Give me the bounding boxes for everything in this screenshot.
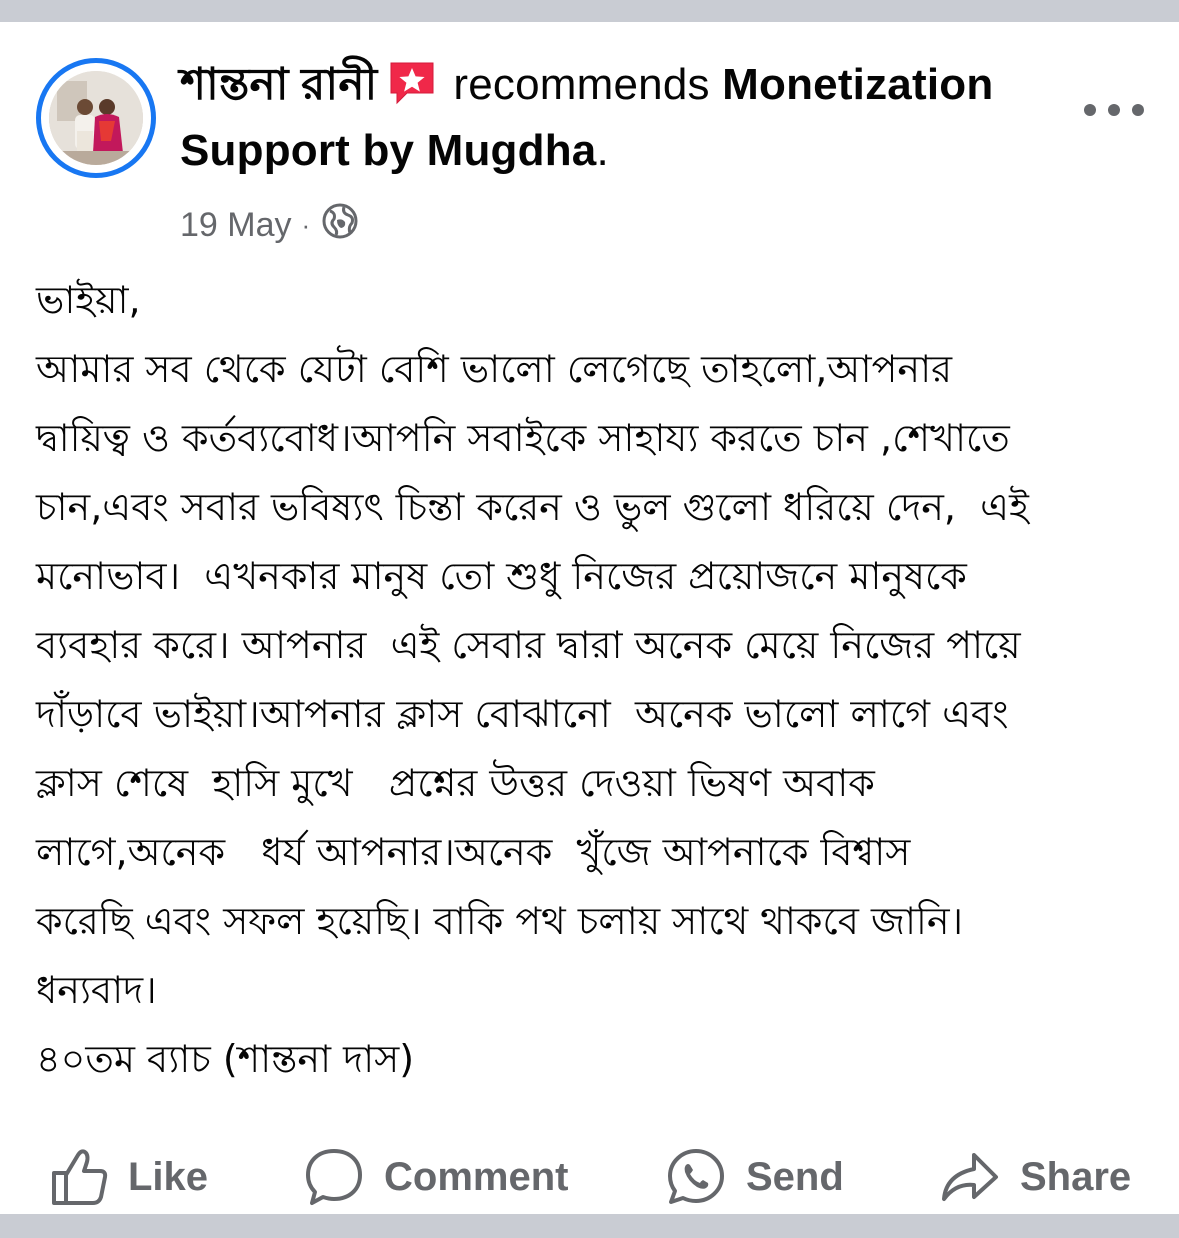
header-period: .	[596, 126, 609, 175]
post-line: দ্বায়িত্ব ও কর্তব্যবোধ।আপনি সবাইকে সাহা…	[36, 416, 1010, 460]
globe-icon[interactable]	[320, 201, 360, 250]
like-label: Like	[128, 1154, 209, 1199]
action-bar: Like Comment Send Share	[0, 1127, 1179, 1227]
post-body: ভাইয়া, আমার সব থেকে যেটা বেশি ভালো লেগে…	[36, 266, 1146, 1094]
share-arrow-icon	[942, 1153, 998, 1201]
like-button[interactable]: Like	[50, 1145, 208, 1209]
post-date[interactable]: 19 May	[180, 206, 292, 245]
post-line: আমার সব থেকে যেটা বেশি ভালো লেগেছে তাহলো…	[36, 347, 953, 391]
post-line: দাঁড়াবে ভাইয়া।আপনার ক্লাস বোঝানো অনেক …	[36, 692, 1009, 736]
more-dot	[1108, 104, 1120, 116]
post-card: শান্তনা রানী recommends Monetization Sup…	[0, 22, 1179, 1214]
author-avatar[interactable]	[36, 58, 156, 178]
comment-label: Comment	[384, 1154, 569, 1199]
meta-separator: ·	[301, 209, 311, 240]
post-line: ক্লাস শেষে হাসি মুখে প্রশ্নের উত্তর দেওয…	[36, 761, 875, 805]
post-meta: 19 May ·	[180, 200, 360, 250]
more-options-icon[interactable]	[1084, 90, 1144, 130]
recommends-label: recommends	[453, 60, 710, 109]
send-button[interactable]: Send	[666, 1145, 844, 1209]
post-line: ব্যবহার করে। আপনার এই সেবার দ্বারা অনেক …	[36, 623, 1021, 667]
more-dot	[1132, 104, 1144, 116]
comment-bubble-icon	[306, 1149, 362, 1205]
recommendation-star-icon	[387, 59, 437, 107]
post-line: লাগে,অনেক ধর্য আপনার।অনেক খুঁজে আপনাকে ব…	[36, 830, 911, 874]
post-line: ৪০তম ব্যাচ (শান্তনা দাস)	[36, 1037, 415, 1081]
send-label: Send	[746, 1154, 844, 1199]
post-line: ধন্যবাদ।	[36, 968, 157, 1012]
share-button[interactable]: Share	[940, 1145, 1131, 1209]
avatar-photo	[49, 71, 143, 165]
post-line: চান,এবং সবার ভবিষ্যৎ চিন্তা করেন ও ভুল গ…	[36, 485, 1029, 529]
post-line: মনোভাব। এখনকার মানুষ তো শুধু নিজের প্রয়…	[36, 554, 967, 598]
feed-divider	[0, 1214, 1179, 1238]
more-dot	[1084, 104, 1096, 116]
share-label: Share	[1020, 1154, 1132, 1199]
post-line: করেছি এবং সফল হয়েছি। বাকি পথ চলায় সাথে…	[36, 899, 964, 943]
author-name[interactable]: শান্তনা রানী	[180, 60, 377, 109]
comment-button[interactable]: Comment	[304, 1145, 568, 1209]
thumbs-up-icon	[52, 1149, 108, 1205]
post-line: ভাইয়া,	[36, 278, 141, 322]
whatsapp-icon	[668, 1149, 724, 1204]
post-header: শান্তনা রানী recommends Monetization Sup…	[180, 52, 1060, 184]
